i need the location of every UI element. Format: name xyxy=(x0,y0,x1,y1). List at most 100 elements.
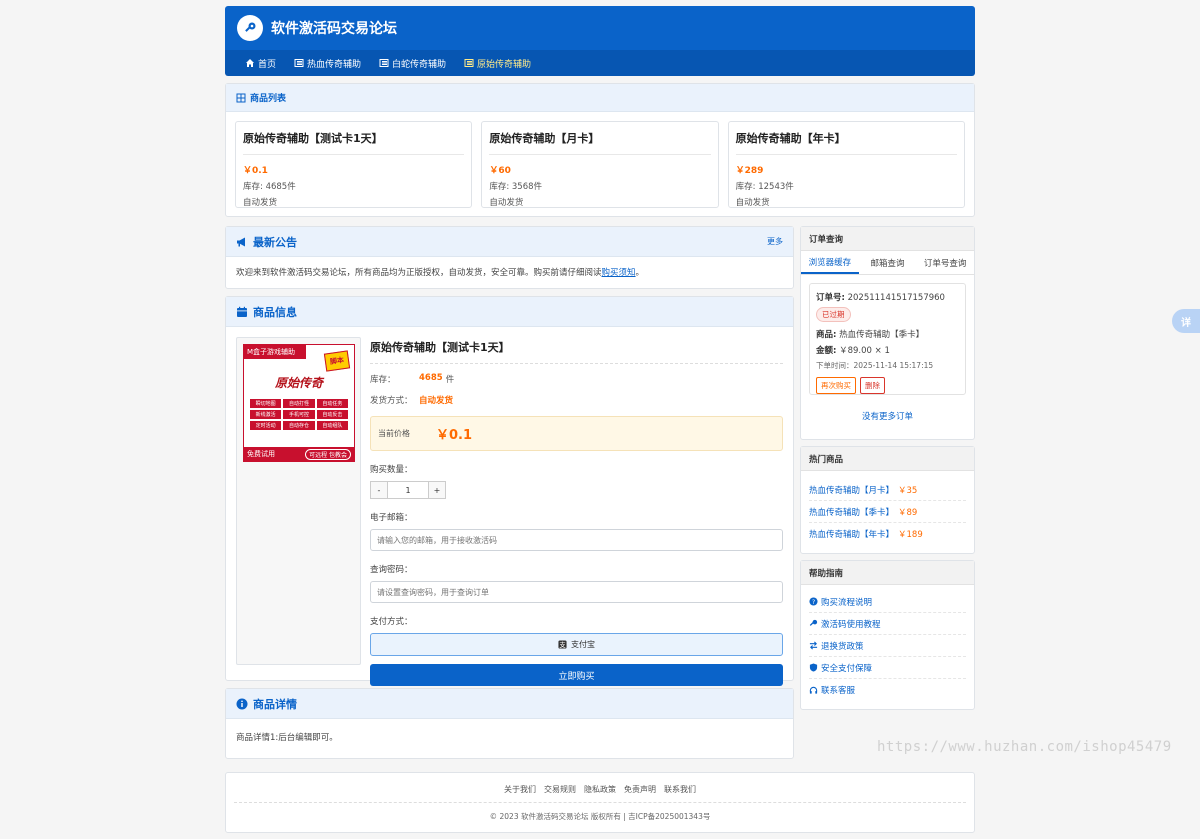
watermark: https://www.huzhan.com/ishop45479 xyxy=(877,739,1172,755)
stock-unit: 件 xyxy=(445,375,455,385)
product-details-text: 商品详情1:后台编辑即可。 xyxy=(236,733,338,743)
order-query-card: 订单查询 浏览器缓存 邮箱查询 订单号查询 订单号: 2025111415171… xyxy=(800,226,975,440)
notice-body: 欢迎来到软件激活码交易论坛，所有商品均为正版授权，自动发货，安全可靠。购买前请仔… xyxy=(236,268,602,278)
svg-text:支: 支 xyxy=(559,640,566,649)
hot-product-item[interactable]: 热血传奇辅助【季卡】 ￥89 xyxy=(809,501,966,523)
product-info-header: 商品信息 xyxy=(226,297,793,327)
poster-tag: 瞬切地图 xyxy=(250,399,282,408)
poster-remote: 可远程 包教会 xyxy=(305,448,351,460)
hot-product-price: ￥89 xyxy=(898,507,918,518)
help-list: ? 购买流程说明 激活码使用教程 退换货政策 安全支付保障 联系客服 xyxy=(801,585,974,701)
footer-link-contact[interactable]: 联系我们 xyxy=(664,784,696,795)
stock-value: 4685 xyxy=(419,373,443,383)
hot-product-item[interactable]: 热血传奇辅助【年卡】 ￥189 xyxy=(809,523,966,545)
product-list-header: 商品列表 xyxy=(226,84,974,112)
product-list-title: 商品列表 xyxy=(250,94,287,104)
site-footer: 关于我们 交易规则 隐私政策 免责声明 联系我们 © 2023 软件激活码交易论… xyxy=(225,772,975,833)
key-icon[interactable] xyxy=(237,15,263,41)
hot-product-name: 热血传奇辅助【月卡】 xyxy=(809,485,895,496)
order-entry: 订单号: 202511141517157960 已过期 商品: 热血传奇辅助【季… xyxy=(809,283,966,395)
product-card-month[interactable]: 原始传奇辅助【月卡】 ￥60 库存: 3568件 自动发货 xyxy=(481,121,719,208)
buy-again-button[interactable]: 再次购买 xyxy=(816,377,856,394)
footer-link-rules[interactable]: 交易规则 xyxy=(544,784,576,795)
list-icon xyxy=(294,59,304,67)
product-poster-image[interactable]: M盒子游戏辅助 脚本 原始传奇 瞬切地图 自动打怪 自动任务 新线激活 手机可控… xyxy=(243,344,355,462)
query-password-label: 查询密码： xyxy=(370,565,413,575)
headset-icon xyxy=(809,686,818,694)
help-item-purchase-flow[interactable]: ? 购买流程说明 xyxy=(809,591,966,613)
help-item-activation-tutorial[interactable]: 激活码使用教程 xyxy=(809,613,966,635)
notice-header: 最新公告 更多 xyxy=(226,227,793,257)
hot-product-name: 热血传奇辅助【年卡】 xyxy=(809,530,895,540)
query-password-field[interactable] xyxy=(370,581,783,603)
nav-rexue[interactable]: 热血传奇辅助 xyxy=(294,57,361,70)
product-delivery: 自动发货 xyxy=(243,198,278,208)
quantity-label: 购买数量： xyxy=(370,465,413,475)
order-number-label: 订单号: xyxy=(816,293,845,303)
quantity-stepper: - 1 + xyxy=(370,481,783,499)
help-guide-card: 帮助指南 ? 购买流程说明 激活码使用教程 退换货政策 安全支付保障 联系客服 xyxy=(800,560,975,710)
tab-order-number-query[interactable]: 订单号查询 xyxy=(916,251,974,274)
product-list-card: 商品列表 原始传奇辅助【测试卡1天】 ￥0.1 库存: 4685件 自动发货 原… xyxy=(225,83,975,217)
help-item-contact-support[interactable]: 联系客服 xyxy=(809,679,966,701)
calendar-icon xyxy=(237,306,247,317)
nav-label: 原始传奇辅助 xyxy=(477,59,532,70)
footer-links: 关于我们 交易规则 隐私政策 免责声明 联系我们 xyxy=(226,773,974,795)
product-info-card: 商品信息 M盒子游戏辅助 脚本 原始传奇 瞬切地图 自动打怪 自动任务 新线激活… xyxy=(225,296,794,686)
product-card-test[interactable]: 原始传奇辅助【测试卡1天】 ￥0.1 库存: 4685件 自动发货 xyxy=(235,121,473,208)
price-box: 当前价格 ￥0.1 xyxy=(370,416,783,451)
delete-order-button[interactable]: 删除 xyxy=(860,377,885,394)
quantity-input[interactable]: 1 xyxy=(388,481,428,499)
price-label: 当前价格 xyxy=(378,429,410,438)
help-item-return-policy[interactable]: 退换货政策 xyxy=(809,635,966,657)
product-card-year[interactable]: 原始传奇辅助【年卡】 ￥289 库存: 12543件 自动发货 xyxy=(727,121,965,208)
order-product: 热血传奇辅助【季卡】 xyxy=(839,330,925,340)
delivery-label: 发货方式： xyxy=(370,396,413,406)
payment-option-alipay[interactable]: 支 支付宝 xyxy=(370,633,783,656)
product-price: ￥0.1 xyxy=(243,166,268,176)
help-guide-title: 帮助指南 xyxy=(801,561,974,585)
product-name: 原始传奇辅助【月卡】 xyxy=(489,130,711,155)
help-item-label: 联系客服 xyxy=(821,686,856,696)
stock-label: 库存： xyxy=(370,375,396,385)
hot-products-list: 热血传奇辅助【月卡】 ￥35 热血传奇辅助【季卡】 ￥89 热血传奇辅助【年卡】… xyxy=(801,471,974,545)
payment-label: 支付方式： xyxy=(370,617,413,627)
info-icon xyxy=(236,698,248,709)
purchase-terms-link[interactable]: 购买须知 xyxy=(602,268,636,278)
nav-label: 白蛇传奇辅助 xyxy=(392,59,447,70)
notice-title: 最新公告 xyxy=(253,235,297,249)
product-stock: 库存: 4685件 xyxy=(243,182,296,192)
product-details-card: 商品详情 商品详情1:后台编辑即可。 xyxy=(225,688,794,759)
buy-now-button[interactable]: 立即购买 xyxy=(370,664,783,686)
nav-home[interactable]: 首页 xyxy=(245,57,276,70)
footer-copyright: © 2023 软件激活码交易论坛 版权所有 | 吉ICP备2025001343号 xyxy=(489,812,711,821)
site-title[interactable]: 软件激活码交易论坛 xyxy=(271,18,397,38)
list-icon xyxy=(379,59,389,67)
quantity-minus-button[interactable]: - xyxy=(370,481,388,499)
footer-link-about[interactable]: 关于我们 xyxy=(504,784,536,795)
price-value: ￥0.1 xyxy=(436,428,473,443)
product-image-box: M盒子游戏辅助 脚本 原始传奇 瞬切地图 自动打怪 自动任务 新线激活 手机可控… xyxy=(236,337,361,665)
help-item-secure-payment[interactable]: 安全支付保障 xyxy=(809,657,966,679)
stock-row: 库存： 4685 件 xyxy=(370,373,783,385)
product-stock: 库存: 12543件 xyxy=(735,182,794,192)
product-name: 原始传奇辅助【年卡】 xyxy=(735,130,957,155)
footer-link-disclaimer[interactable]: 免责声明 xyxy=(624,784,656,795)
order-amount-row: 金额: ￥89.00 × 1 xyxy=(816,344,959,356)
email-field[interactable] xyxy=(370,529,783,551)
footer-link-privacy[interactable]: 隐私政策 xyxy=(584,784,616,795)
nav-baishe[interactable]: 白蛇传奇辅助 xyxy=(379,57,446,70)
quantity-plus-button[interactable]: + xyxy=(428,481,446,499)
hot-product-item[interactable]: 热血传奇辅助【月卡】 ￥35 xyxy=(809,479,966,501)
nav-yuanshi[interactable]: 原始传奇辅助 xyxy=(464,57,531,70)
email-label: 电子邮箱： xyxy=(370,513,413,523)
poster-tag: 手机可控 xyxy=(283,410,315,419)
floating-detail-button[interactable]: 详 xyxy=(1172,309,1200,333)
tab-email-query[interactable]: 邮箱查询 xyxy=(859,251,917,274)
notice-more-link[interactable]: 更多 xyxy=(767,236,783,247)
poster-tag: 自动存仓 xyxy=(283,421,315,430)
nav-label: 首页 xyxy=(258,59,277,70)
status-badge: 已过期 xyxy=(816,307,851,322)
help-item-label: 购买流程说明 xyxy=(821,597,873,608)
tab-browser-cache[interactable]: 浏览器缓存 xyxy=(801,251,859,274)
